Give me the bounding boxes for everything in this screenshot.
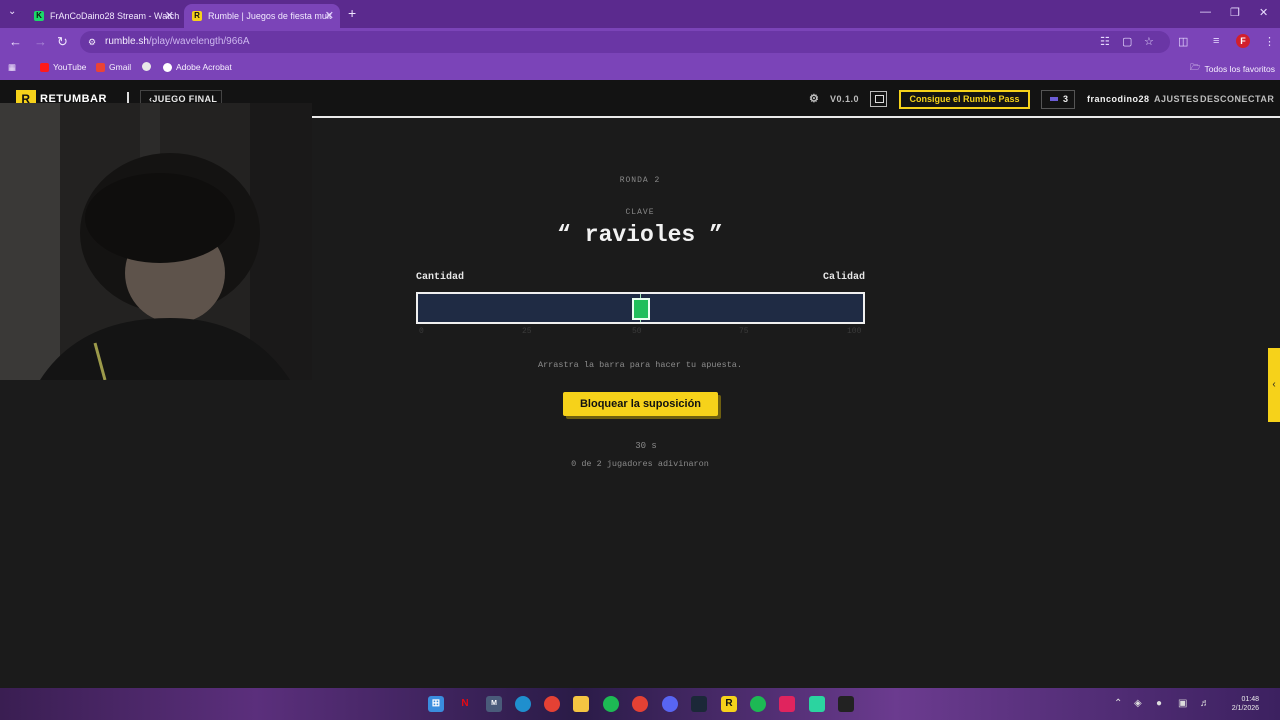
scale-right-label: Calidad <box>822 272 865 283</box>
close-tab-icon[interactable]: ✕ <box>165 9 174 22</box>
bookmark-label: YouTube <box>53 62 87 72</box>
scale-tick: 100 <box>847 327 862 336</box>
discord-icon[interactable] <box>662 696 678 712</box>
tab-search-icon[interactable]: ⌄ <box>8 6 16 17</box>
scale-tick: 50 <box>632 327 642 336</box>
tab-rumble[interactable]: R Rumble | Juegos de fiesta mult ✕ <box>184 4 340 28</box>
openai-icon <box>142 62 151 71</box>
tab-title: Rumble | Juegos de fiesta mult <box>208 11 332 21</box>
version-label: V0.1.0 <box>830 94 860 104</box>
chrome-icon[interactable] <box>544 696 560 712</box>
app-red-icon[interactable] <box>779 696 795 712</box>
players-guessed: 0 de 2 jugadores adivinaron <box>571 459 709 469</box>
round-label: RONDA 2 <box>619 176 661 185</box>
lock-guess-button[interactable]: Bloquear la suposición <box>563 392 718 416</box>
scale-tick: 25 <box>522 327 532 336</box>
scale-tick: 0 <box>419 327 424 336</box>
url-host: rumble.sh <box>105 36 149 47</box>
bookmark-label: Adobe Acrobat <box>176 62 232 72</box>
bookmark-chatgpt[interactable] <box>142 62 155 71</box>
clue-label: CLAVE <box>625 208 655 217</box>
coin-icon <box>1050 97 1058 101</box>
close-tab-icon[interactable]: ✕ <box>325 9 334 22</box>
taskbar: ⊞ N M R ⌃ ◈ ● ▣ ♬ 01:48 2/1/2026 <box>0 688 1280 720</box>
address-toolbar: ← → ↻ ⚙ rumble.sh/play/wavelength/966A ☷… <box>0 28 1280 56</box>
spotify-alt-icon[interactable] <box>750 696 766 712</box>
coin-count: 3 <box>1062 94 1068 104</box>
netflix-icon[interactable]: N <box>457 696 473 712</box>
rumble-icon: R <box>192 11 202 21</box>
username[interactable]: francodino28 <box>1087 94 1150 104</box>
translate-icon[interactable]: ☷ <box>1100 35 1110 48</box>
settings-link[interactable]: AJUSTES <box>1154 94 1199 104</box>
media-icon[interactable]: ≡ <box>1213 35 1219 47</box>
tab-stream[interactable]: K FrAnCoDaino28 Stream - Watch ✕ <box>26 4 180 28</box>
file-explorer-icon[interactable] <box>573 696 589 712</box>
display-icon[interactable] <box>870 91 887 107</box>
chevron-left-icon: ‹ <box>1272 379 1276 390</box>
maximize-icon[interactable]: ❐ <box>1230 6 1240 19</box>
bookmark-acrobat[interactable]: Adobe Acrobat <box>163 62 232 72</box>
scale-tick: 75 <box>739 327 749 336</box>
extensions-icon[interactable]: ◫ <box>1178 35 1188 48</box>
url-input[interactable]: ⚙ rumble.sh/play/wavelength/966A <box>80 31 1170 53</box>
url-path: /play/wavelength/966A <box>148 36 250 47</box>
countdown-timer: 30 s <box>635 441 657 451</box>
tray-chevron-icon[interactable]: ⌃ <box>1114 698 1122 709</box>
rumble-pass-button[interactable]: Consigue el Rumble Pass <box>899 90 1030 109</box>
terminal-icon[interactable] <box>838 696 854 712</box>
minimize-icon[interactable]: — <box>1200 6 1211 18</box>
folder-icon: 🗁 <box>1190 62 1201 72</box>
spotify-icon[interactable] <box>603 696 619 712</box>
acrobat-icon <box>163 62 172 72</box>
microphone-icon[interactable]: ● <box>1156 698 1162 709</box>
clock-time: 01:48 <box>1241 696 1259 703</box>
rumble-app-icon[interactable]: R <box>721 696 737 712</box>
clue-text: “ ravioles ” <box>557 222 723 248</box>
app-green-icon[interactable] <box>809 696 825 712</box>
all-bookmarks[interactable]: 🗁 Todos los favoritos <box>1190 62 1275 76</box>
cast-icon[interactable]: ▢ <box>1122 35 1132 48</box>
coin-counter[interactable]: 3 <box>1041 90 1075 109</box>
new-tab-icon[interactable]: + <box>348 5 356 21</box>
system-clock[interactable]: 01:48 2/1/2026 <box>1229 695 1259 713</box>
slider-handle[interactable] <box>632 298 650 320</box>
forward-icon[interactable]: → <box>34 34 47 49</box>
guess-slider[interactable] <box>416 292 865 324</box>
back-icon[interactable]: ← <box>9 34 22 49</box>
volume-icon[interactable]: ♬ <box>1200 698 1210 709</box>
browser-tab-strip: ⌄ K FrAnCoDaino28 Stream - Watch ✕ R Rum… <box>0 0 1280 28</box>
bookmark-gmail[interactable]: Gmail <box>96 62 131 72</box>
clock-date: 2/1/2026 <box>1231 705 1259 712</box>
bookmark-star-icon[interactable]: ☆ <box>1144 35 1154 48</box>
network-icon[interactable]: ▣ <box>1178 698 1187 709</box>
reload-icon[interactable]: ↻ <box>57 34 68 50</box>
side-panel-toggle[interactable]: ‹ <box>1268 348 1280 422</box>
scale-left-label: Cantidad <box>416 272 465 283</box>
drag-hint: Arrastra la barra para hacer tu apuesta. <box>537 360 743 370</box>
bookmark-youtube[interactable]: YouTube <box>40 62 86 72</box>
edge-icon[interactable] <box>515 696 531 712</box>
tab-title: FrAnCoDaino28 Stream - Watch <box>50 11 180 21</box>
profile-avatar[interactable]: F <box>1236 34 1250 48</box>
youtube-icon <box>40 62 49 72</box>
windows-start-icon[interactable]: ⊞ <box>428 696 444 712</box>
bug-icon[interactable]: ⚙ <box>809 92 819 105</box>
bookmarks-bar: ▦ YouTube Gmail Adobe Acrobat 🗁 Todos los… <box>0 56 1280 80</box>
kick-icon: K <box>34 11 44 21</box>
gmail-icon <box>96 62 105 72</box>
steam-icon[interactable] <box>691 696 707 712</box>
close-window-icon[interactable]: ✕ <box>1259 6 1268 19</box>
bookmark-label: Gmail <box>109 62 132 72</box>
chrome-profile-icon[interactable] <box>632 696 648 712</box>
logout-link[interactable]: DESCONECTAR <box>1200 94 1274 104</box>
tray-app-icon[interactable]: ◈ <box>1134 698 1142 709</box>
capcut-icon[interactable]: M <box>486 696 502 712</box>
apps-grid-icon[interactable]: ▦ <box>8 62 16 73</box>
menu-icon[interactable]: ⋮ <box>1264 35 1275 48</box>
site-info-icon[interactable]: ⚙ <box>88 31 96 53</box>
all-bookmarks-label: Todos los favoritos <box>1204 64 1275 74</box>
